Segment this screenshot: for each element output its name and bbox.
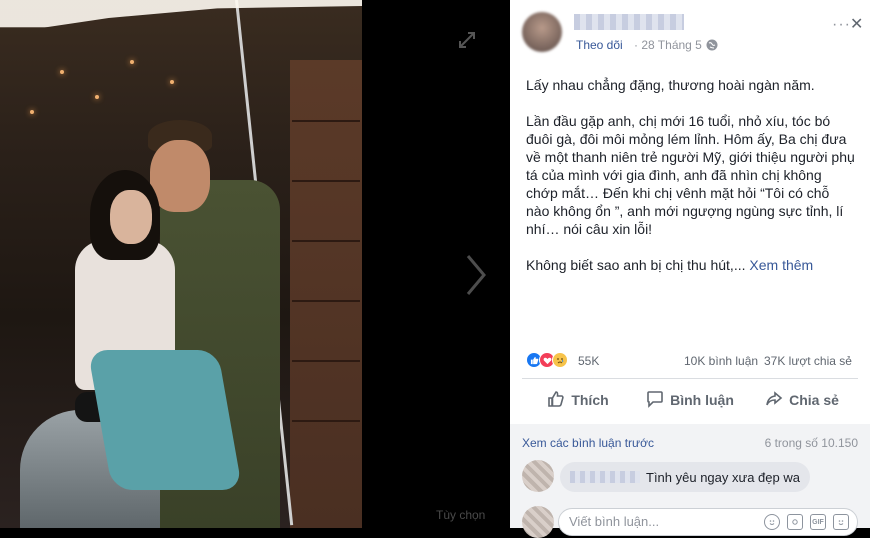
post-date[interactable]: · 28 Tháng 5 <box>634 38 702 52</box>
comment-label: Bình luận <box>670 392 734 408</box>
photo-light <box>60 70 64 74</box>
post-photo[interactable] <box>0 0 362 528</box>
like-label: Thích <box>571 392 609 408</box>
comment-text: Tình yêu ngay xưa đẹp wa <box>646 469 800 485</box>
author-name[interactable] <box>574 14 684 30</box>
next-photo-arrow-icon[interactable] <box>462 250 490 300</box>
photo-brick <box>292 120 360 122</box>
comment-button[interactable]: Bình luận <box>634 382 746 418</box>
post-text: Lấy nhau chẳng đặng, thương hoài ngàn nă… <box>526 76 856 292</box>
photo-light <box>130 60 134 64</box>
photo-man-face <box>150 140 210 212</box>
photo-viewer: Tùy chọn <box>0 0 510 528</box>
see-more-link[interactable]: Xem thêm <box>749 257 813 273</box>
options-link[interactable]: Tùy chọn <box>436 508 485 522</box>
post-actions: Thích Bình luận Chia sẻ <box>522 382 858 418</box>
photo-brick <box>292 420 360 422</box>
photo-brick <box>292 300 360 302</box>
post-paragraph: Lần đầu gặp anh, chị mới 16 tuổi, nhỏ xí… <box>526 113 855 237</box>
post-header: Theo dõi · 28 Tháng 5 ··· ✕ <box>510 0 870 64</box>
sad-reaction-icon <box>552 352 568 368</box>
reaction-count[interactable]: 55K <box>578 354 599 368</box>
photo-light <box>30 110 34 114</box>
photo-woman-face <box>110 190 152 244</box>
view-previous-comments-link[interactable]: Xem các bình luận trước <box>522 436 654 450</box>
share-label: Chia sẻ <box>789 392 839 408</box>
divider <box>522 378 858 379</box>
comment-bubble: Tình yêu ngay xưa đẹp wa <box>560 462 810 492</box>
like-button[interactable]: Thích <box>522 382 634 418</box>
comment-input-box[interactable]: GIF <box>558 508 858 536</box>
post-paragraph-text: Không biết sao anh bị chị thu hút,... <box>526 257 746 273</box>
commenter-avatar[interactable] <box>522 460 554 492</box>
post-stats: 55K 10K bình luận 37K lượt chia sẻ <box>526 352 856 370</box>
like-icon <box>547 390 571 411</box>
follow-link[interactable]: Theo dõi <box>576 38 623 52</box>
photo-woman-pants <box>87 350 243 490</box>
comment-count: 6 trong số 10.150 <box>764 436 858 450</box>
share-button[interactable]: Chia sẻ <box>746 382 858 418</box>
post-date-text[interactable]: 28 Tháng 5 <box>641 38 702 52</box>
commenter-name[interactable] <box>570 471 640 483</box>
photo-wall <box>290 60 362 528</box>
globe-icon <box>706 38 718 51</box>
post-paragraph: Không biết sao anh bị chị thu hút,... Xe… <box>526 256 856 274</box>
share-icon <box>765 390 789 411</box>
shares-count[interactable]: 37K lượt chia sẻ <box>764 354 852 368</box>
more-options-icon[interactable]: ··· <box>832 16 851 34</box>
photo-brick <box>292 180 360 182</box>
author-avatar[interactable] <box>522 12 562 52</box>
comments-count[interactable]: 10K bình luận <box>684 354 758 368</box>
photo-torn-edge <box>0 0 362 36</box>
reaction-icons[interactable] <box>526 352 568 370</box>
photo-light <box>170 80 174 84</box>
post-paragraph: Lấy nhau chẳng đặng, thương hoài ngàn nă… <box>526 77 815 93</box>
photo-brick <box>292 240 360 242</box>
my-avatar <box>522 506 554 538</box>
post-panel: Theo dõi · 28 Tháng 5 ··· ✕ Lấy nhau chẳ… <box>510 0 870 538</box>
photo-light <box>95 95 99 99</box>
close-icon[interactable]: ✕ <box>850 14 863 34</box>
comment-icon <box>646 390 670 411</box>
comment-input[interactable] <box>569 514 749 529</box>
expand-icon[interactable] <box>456 30 478 52</box>
photo-brick <box>292 360 360 362</box>
comments-section: Xem các bình luận trước 6 trong số 10.15… <box>510 424 870 538</box>
